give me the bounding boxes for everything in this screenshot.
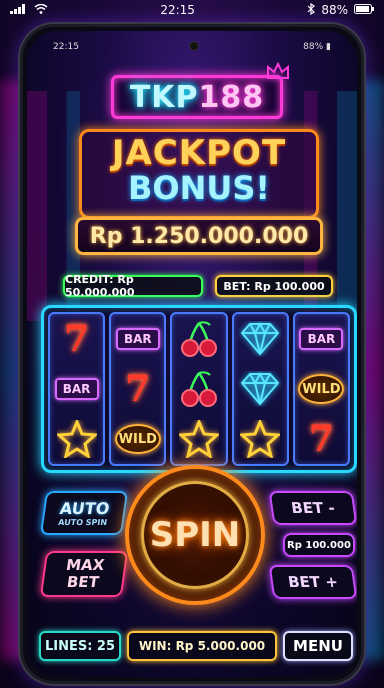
jackpot-banner: JACKPOT BONUS! Rp 1.250.000.000 — [65, 129, 333, 267]
reel-2: BAR 7 WILD — [109, 312, 167, 466]
reel-4 — [231, 312, 289, 466]
phone-frame: 22:15 88% ▮ TKP 188 JACKPOT BONUS! Rp 1.2… — [20, 24, 364, 684]
bet-value-display: Rp 100.000 — [283, 533, 355, 557]
wifi-icon — [34, 3, 48, 17]
reel-5: BAR WILD 7 — [292, 312, 351, 466]
auto-spin-button[interactable]: AUTO AUTO SPIN — [39, 491, 129, 535]
battery-icon — [353, 3, 374, 17]
cherry-icon — [173, 315, 225, 363]
bet-decrease-button[interactable]: BET - — [268, 491, 357, 525]
seven-label: 7 — [308, 418, 334, 460]
game-logo: TKP 188 — [111, 62, 289, 119]
logo-part-1: TKP — [129, 79, 199, 115]
wild-symbol: WILD — [112, 415, 164, 463]
seven-label: 7 — [125, 368, 151, 410]
spin-button[interactable]: SPIN — [125, 465, 265, 605]
wild-label: WILD — [298, 374, 345, 404]
jackpot-subtitle: BONUS! — [128, 169, 270, 207]
wild-symbol: WILD — [295, 365, 347, 413]
star-icon — [173, 415, 225, 463]
bar-label: BAR — [54, 378, 99, 400]
win-display: WIN: Rp 5.000.000 — [127, 631, 277, 661]
diamond-icon — [234, 315, 286, 363]
bet-display: BET: Rp 100.000 — [215, 275, 333, 297]
credit-display: CREDIT: Rp 50.000.000 — [63, 273, 203, 299]
reel-1: 7 BAR — [48, 312, 106, 466]
spin-label: SPIN — [149, 515, 241, 555]
slot-reels: 7 BAR BAR 7 WILD BAR WILD 7 — [41, 305, 357, 473]
phone-status-bar: 22:15 88% ▮ — [27, 39, 357, 55]
phone-battery-label: 88% ▮ — [303, 42, 331, 52]
auto-sub-label: AUTO SPIN — [57, 518, 108, 527]
crown-icon — [267, 62, 289, 79]
jackpot-amount: Rp 1.250.000.000 — [89, 223, 309, 249]
signal-icon — [10, 3, 28, 17]
bet-increase-button[interactable]: BET + — [268, 565, 357, 599]
device-status-bar: 22:15 88% — [0, 0, 384, 20]
bluetooth-icon — [307, 2, 316, 18]
wild-label: WILD — [114, 424, 161, 454]
bar-label: BAR — [299, 328, 344, 350]
bar-symbol: BAR — [51, 365, 103, 413]
star-icon — [51, 415, 103, 463]
phone-time: 22:15 — [53, 42, 79, 52]
jackpot-amount-box: Rp 1.250.000.000 — [75, 217, 323, 255]
reel-3 — [170, 312, 228, 466]
logo-part-2: 188 — [198, 79, 265, 115]
max-bet-button[interactable]: MAX BET — [39, 551, 129, 597]
jackpot-title: JACKPOT — [111, 133, 287, 173]
auto-label: AUTO — [58, 499, 111, 518]
seven-symbol: 7 — [51, 315, 103, 363]
seven-symbol: 7 — [112, 365, 164, 413]
lines-display[interactable]: LINES: 25 — [39, 631, 121, 661]
game-screen: 22:15 88% ▮ TKP 188 JACKPOT BONUS! Rp 1.2… — [27, 31, 357, 677]
menu-button[interactable]: MENU — [283, 631, 353, 661]
diamond-icon — [234, 365, 286, 413]
bar-label: BAR — [115, 328, 160, 350]
device-time: 22:15 — [160, 3, 195, 17]
cherry-icon — [173, 365, 225, 413]
max-bet-label-1: MAX — [64, 556, 106, 574]
bar-symbol: BAR — [295, 315, 347, 363]
bar-symbol: BAR — [112, 315, 164, 363]
seven-symbol: 7 — [295, 415, 347, 463]
seven-label: 7 — [64, 318, 90, 360]
max-bet-label-2: BET — [65, 573, 101, 591]
device-battery-label: 88% — [321, 3, 348, 17]
star-icon — [234, 415, 286, 463]
